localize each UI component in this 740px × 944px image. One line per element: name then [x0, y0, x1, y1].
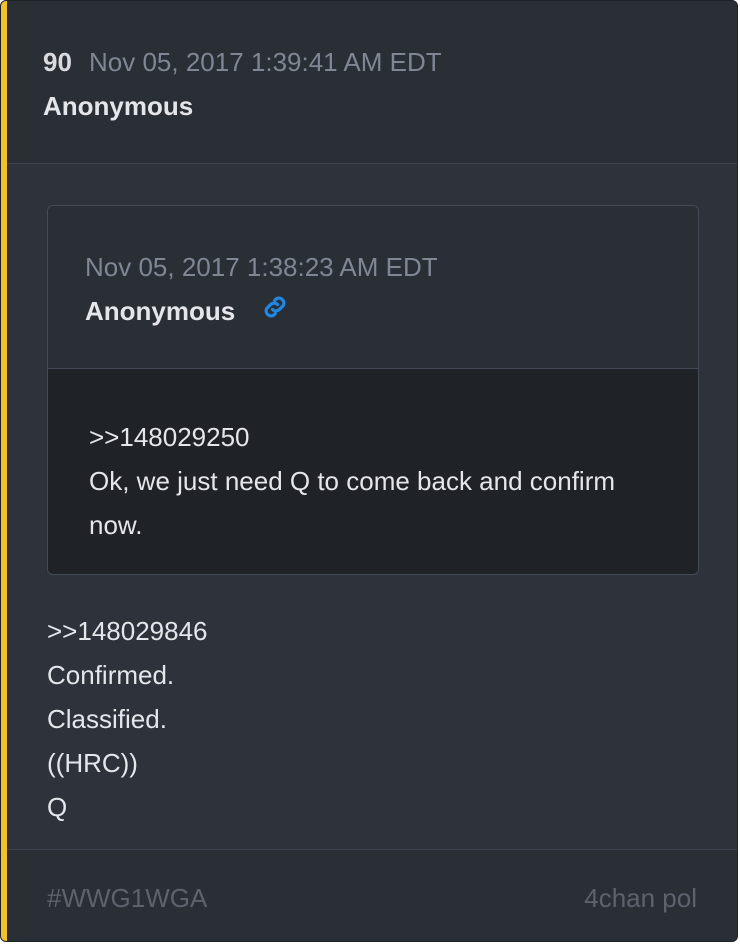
quoted-post-text: >>148029250 Ok, we just need Q to come b…	[89, 415, 669, 547]
post-card: 90 Nov 05, 2017 1:39:41 AM EDT Anonymous…	[0, 0, 738, 942]
quoted-message: Ok, we just need Q to come back and conf…	[89, 466, 616, 540]
quoted-post-author: Anonymous	[85, 296, 236, 326]
link-icon[interactable]	[260, 292, 290, 322]
post-line: Confirmed.	[47, 660, 175, 690]
post-signature: Q	[47, 792, 68, 822]
reply-reference[interactable]: >>148029846	[47, 609, 208, 653]
quoted-post: Nov 05, 2017 1:38:23 AM EDT Anonymous >>…	[47, 205, 699, 575]
post-number: 90	[43, 47, 72, 77]
source-link[interactable]: 4chan pol	[584, 883, 697, 914]
hashtag-link[interactable]: #WWG1WGA	[47, 883, 207, 914]
quoted-post-header: Nov 05, 2017 1:38:23 AM EDT Anonymous	[48, 206, 698, 369]
post-line: Classified.	[47, 704, 167, 734]
quoted-post-body: >>148029250 Ok, we just need Q to come b…	[48, 369, 698, 574]
quoted-reply-ref[interactable]: >>148029250	[89, 415, 669, 459]
post-header: 90 Nov 05, 2017 1:39:41 AM EDT Anonymous	[7, 1, 737, 164]
post-footer: #WWG1WGA 4chan pol	[7, 849, 737, 941]
post-body: >>148029846 Confirmed. Classified. ((HRC…	[47, 609, 208, 829]
post-timestamp: Nov 05, 2017 1:39:41 AM EDT	[89, 47, 442, 77]
post-author: Anonymous	[43, 91, 194, 121]
quoted-post-timestamp: Nov 05, 2017 1:38:23 AM EDT	[85, 252, 438, 282]
post-line: ((HRC))	[47, 748, 138, 778]
